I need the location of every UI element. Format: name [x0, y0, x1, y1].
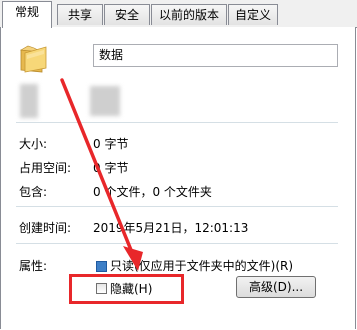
separator [16, 206, 338, 207]
redacted-label-block [20, 84, 38, 118]
advanced-button[interactable]: 高级(D)... [236, 276, 316, 298]
separator [16, 122, 338, 123]
tab-previous-versions[interactable]: 以前的版本 [151, 4, 227, 25]
separator [16, 243, 338, 244]
folder-icon [20, 45, 47, 73]
contains-value: 0 个文件，0 个文件夹 [93, 185, 212, 199]
tab-general[interactable]: 常规 [2, 1, 52, 28]
tab-security[interactable]: 安全 [104, 4, 150, 25]
tab-customize[interactable]: 自定义 [228, 4, 278, 25]
tab-bar: 常规 共享 安全 以前的版本 自定义 [0, 0, 357, 28]
disk-size-value: 0 字节 [93, 161, 129, 175]
created-value: 2019年5月21日，12:01:13 [93, 221, 249, 235]
readonly-checkbox[interactable] [96, 261, 107, 272]
created-label: 创建时间: [19, 221, 72, 235]
contains-label: 包含: [19, 185, 48, 199]
folder-name-field[interactable]: 数据 [93, 44, 338, 67]
properties-dialog: 常规 共享 安全 以前的版本 自定义 数据 大小: 0 字节 占用空间: 0 字… [0, 0, 357, 330]
tab-sharing[interactable]: 共享 [57, 4, 103, 25]
attributes-label: 属性: [19, 259, 48, 273]
redacted-value-block [90, 86, 120, 116]
size-label: 大小: [19, 137, 48, 151]
highlight-box [69, 274, 184, 304]
readonly-label[interactable]: 只读(仅应用于文件夹中的文件)(R) [110, 257, 293, 274]
size-value: 0 字节 [93, 137, 129, 151]
disk-size-label: 占用空间: [19, 161, 72, 175]
